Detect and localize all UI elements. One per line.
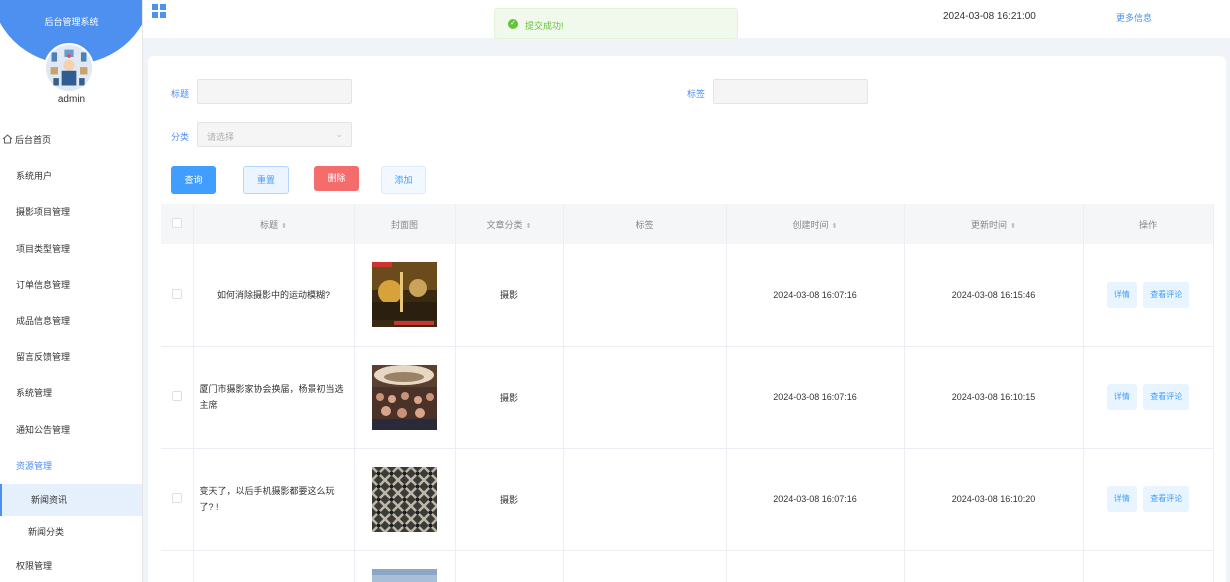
sidebar-item-label: 后台首页	[15, 135, 52, 145]
view-comments-button[interactable]: 查看评论	[1143, 281, 1190, 308]
delete-button[interactable]: 删除	[314, 166, 359, 191]
detail-button[interactable]: 详情	[1106, 384, 1137, 410]
cover-image	[372, 364, 437, 430]
sort-icon: ⬍	[525, 222, 532, 230]
user-name: admin	[57, 94, 86, 105]
sidebar-item-permissions[interactable]: 权限管理	[0, 548, 142, 582]
chevron-down-icon: ⌄	[335, 129, 343, 139]
row-checkbox[interactable]	[161, 346, 194, 449]
more-info-link[interactable]: 更多信息	[1116, 11, 1152, 24]
sidebar-item-products[interactable]: 成品信息管理	[0, 303, 142, 339]
sidebar-item-home[interactable]: 后台首页	[0, 122, 142, 158]
row-created: 2024-03-08 16:07:16	[726, 448, 905, 551]
row-checkbox[interactable]	[161, 244, 194, 347]
detail-button[interactable]: 详情	[1106, 281, 1137, 308]
sidebar: 后台管理系统 admin 后台首页 系统用户 摄影项目管理 项目类型管理 订单信…	[0, 0, 143, 582]
sidebar-item-notices[interactable]: 通知公告管理	[0, 412, 142, 448]
sidebar-item-orders[interactable]: 订单信息管理	[0, 267, 142, 303]
grid-menu-icon[interactable]	[152, 4, 166, 18]
sidebar-item-photo-projects[interactable]: 摄影项目管理	[0, 194, 142, 230]
sidebar-item-resources[interactable]: 资源管理	[0, 448, 142, 484]
row-category: 摄影	[455, 244, 564, 347]
home-icon	[2, 123, 13, 144]
reset-button[interactable]: 重置	[243, 166, 289, 194]
category-label: 分类	[171, 132, 190, 142]
sort-icon: ⬍	[831, 222, 838, 230]
row-tag	[563, 448, 727, 551]
sidebar-item-feedback[interactable]: 留言反馈管理	[0, 339, 142, 375]
view-comments-button[interactable]: 查看评论	[1143, 486, 1190, 512]
table-row	[161, 550, 1214, 582]
row-category: 摄影	[455, 346, 564, 449]
row-tag	[563, 244, 727, 347]
title-input[interactable]	[197, 79, 352, 104]
column-tag: 标签	[563, 204, 727, 244]
row-title: 厦门市摄影家协会换届，杨景初当选主席	[193, 346, 355, 449]
table-row: 厦门市摄影家协会换届，杨景初当选主席 摄影 2024-03-08 16:07:1…	[161, 346, 1214, 449]
row-title	[193, 550, 355, 582]
row-ops: 详情 查看评论	[1083, 448, 1214, 551]
select-all-checkbox[interactable]	[161, 204, 194, 244]
row-checkbox	[161, 550, 194, 582]
sidebar-menu: 后台首页 系统用户 摄影项目管理 项目类型管理 订单信息管理 成品信息管理 留言…	[0, 122, 142, 582]
table-row: 变天了，以后手机摄影都要这么玩了? ! 摄影 2024-03-08 16:07:…	[161, 448, 1214, 551]
row-title: 变天了，以后手机摄影都要这么玩了? !	[193, 448, 355, 551]
toast-message: 提交成功!	[525, 21, 564, 31]
query-button[interactable]: 查询	[171, 166, 216, 194]
avatar[interactable]	[44, 43, 94, 93]
row-created: 2024-03-08 16:07:16	[726, 346, 905, 449]
header-datetime: 2024-03-08 16:21:00	[943, 11, 1036, 22]
column-title[interactable]: 标题 ⬍	[193, 204, 355, 244]
cover-image	[372, 568, 437, 582]
row-updated: 2024-03-08 16:15:46	[904, 244, 1084, 347]
content-card: 标题 标签 分类 请选择 ⌄ 查询 重置 删除 添加 标题 ⬍ 封面图 文章分类 ⬍…	[148, 56, 1226, 582]
success-toast: ✓ 提交成功!	[494, 8, 738, 39]
tag-label: 标签	[687, 89, 706, 99]
category-placeholder: 请选择	[207, 132, 235, 142]
column-ops: 操作	[1083, 204, 1214, 244]
news-table: 标题 ⬍ 封面图 文章分类 ⬍ 标签 创建时间 ⬍ 更新时间 ⬍ 操作 如何消除摄影中的…	[161, 204, 1214, 582]
title-label: 标题	[171, 89, 190, 99]
row-ops: 详情 查看评论	[1083, 346, 1214, 449]
row-category: 摄影	[455, 448, 564, 551]
column-cover: 封面图	[354, 204, 456, 244]
row-title: 如何消除摄影中的运动模糊?	[193, 244, 355, 347]
row-cover	[354, 244, 456, 347]
sidebar-item-news-categories[interactable]: 新闻分类	[0, 516, 142, 548]
row-ops: 详情 查看评论	[1083, 244, 1214, 347]
sidebar-item-news[interactable]: 新闻资讯	[0, 483, 142, 516]
app-title: 后台管理系统	[44, 17, 99, 27]
table-header-row: 标题 ⬍ 封面图 文章分类 ⬍ 标签 创建时间 ⬍ 更新时间 ⬍ 操作	[161, 204, 1214, 244]
sort-icon: ⬍	[1010, 222, 1016, 230]
row-checkbox[interactable]	[161, 448, 194, 551]
sidebar-item-project-types[interactable]: 项目类型管理	[0, 231, 142, 267]
add-button[interactable]: 添加	[381, 166, 426, 194]
detail-button[interactable]: 详情	[1106, 486, 1137, 512]
row-cover	[354, 448, 456, 551]
column-created[interactable]: 创建时间 ⬍	[726, 204, 905, 244]
row-cover	[354, 550, 456, 582]
cover-image	[372, 466, 437, 532]
row-created: 2024-03-08 16:07:16	[726, 244, 905, 347]
table-row: 如何消除摄影中的运动模糊? 摄影 2024-03-08 16:07:16 202…	[161, 244, 1214, 347]
tag-input[interactable]	[713, 79, 868, 104]
column-updated[interactable]: 更新时间 ⬍	[904, 204, 1084, 244]
sidebar-item-system[interactable]: 系统管理	[0, 375, 142, 411]
view-comments-button[interactable]: 查看评论	[1143, 384, 1190, 410]
cover-image	[372, 262, 437, 328]
sort-icon: ⬍	[281, 222, 287, 230]
row-cover	[354, 346, 456, 449]
check-circle-icon: ✓	[508, 19, 518, 29]
column-category[interactable]: 文章分类 ⬍	[455, 204, 564, 244]
category-select[interactable]: 请选择 ⌄	[197, 122, 352, 147]
sidebar-item-system-users[interactable]: 系统用户	[0, 158, 142, 194]
row-updated: 2024-03-08 16:10:20	[904, 448, 1084, 551]
row-updated: 2024-03-08 16:10:15	[904, 346, 1084, 449]
row-tag	[563, 346, 727, 449]
